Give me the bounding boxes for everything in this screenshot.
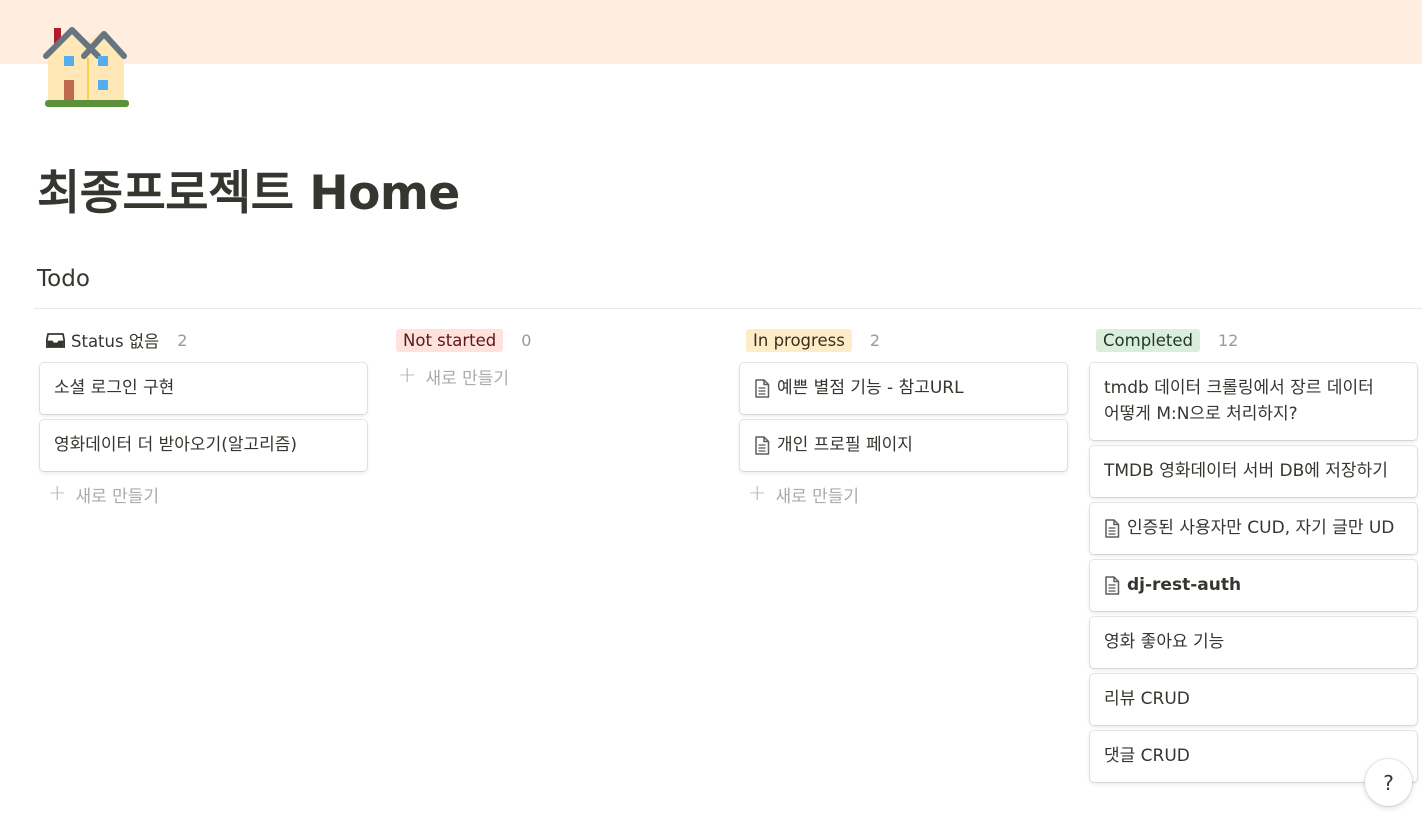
column-count: 0 <box>521 330 532 350</box>
plus-icon: + <box>48 481 67 506</box>
new-card-button[interactable]: + 새로 만들기 <box>390 359 718 393</box>
board-card[interactable]: 예쁜 별점 기능 - 참고URL <box>740 363 1067 414</box>
card-title: 영화 좋아요 기능 <box>1104 632 1225 652</box>
card-list: tmdb 데이터 크롤링에서 장르 데이터 어떻게 M:N으로 처리하지? TM… <box>1090 363 1418 782</box>
house-icon[interactable] <box>42 14 132 108</box>
card-list: 소셜 로그인 구현 영화데이터 더 받아오기(알고리즘) <box>40 363 368 471</box>
card-title: 인증된 사용자만 CUD, 자기 글만 UD <box>1127 518 1395 538</box>
status-pill: Not started <box>396 328 504 352</box>
board-card[interactable]: 영화데이터 더 받아오기(알고리즘) <box>40 420 367 471</box>
status-text: Status 없음 <box>71 332 160 351</box>
status-pill: Completed <box>1096 328 1200 352</box>
card-list: + 새로 만들기 <box>390 359 718 393</box>
card-title: 리뷰 CRUD <box>1104 689 1190 709</box>
board-column-in-progress: In progress 2 예쁜 별점 기능 - 참고URL 개인 프로필 페이… <box>740 327 1068 511</box>
document-icon <box>755 436 770 455</box>
document-icon <box>1105 519 1120 538</box>
new-card-label: 새로 만들기 <box>75 486 160 507</box>
inbox-icon <box>46 332 65 348</box>
new-card-button[interactable]: + 새로 만들기 <box>740 477 1068 511</box>
board-card[interactable]: TMDB 영화데이터 서버 DB에 저장하기 <box>1090 446 1417 497</box>
plus-icon: + <box>748 481 767 506</box>
card-title: 소셜 로그인 구현 <box>54 378 175 398</box>
column-count: 2 <box>869 330 880 350</box>
board-card[interactable]: 소셜 로그인 구현 <box>40 363 367 414</box>
plus-icon: + <box>398 363 417 388</box>
document-icon <box>755 379 770 398</box>
board-column-completed: Completed 12 tmdb 데이터 크롤링에서 장르 데이터 어떻게 M… <box>1090 327 1418 788</box>
status-label: Status 없음 <box>46 328 159 352</box>
help-button[interactable]: ? <box>1365 759 1412 806</box>
page-title[interactable]: 최종프로젝트 Home <box>37 154 460 223</box>
board-card[interactable]: tmdb 데이터 크롤링에서 장르 데이터 어떻게 M:N으로 처리하지? <box>1090 363 1417 440</box>
new-card-label: 새로 만들기 <box>775 486 860 507</box>
column-header[interactable]: Status 없음 2 <box>40 327 368 353</box>
card-title: 예쁜 별점 기능 - 참고URL <box>777 378 964 398</box>
new-card-label: 새로 만들기 <box>425 368 510 389</box>
board-card[interactable]: 개인 프로필 페이지 <box>740 420 1067 471</box>
divider <box>34 308 1422 309</box>
page-cover[interactable] <box>0 0 1422 64</box>
board-card[interactable]: 리뷰 CRUD <box>1090 674 1417 725</box>
column-count: 12 <box>1218 330 1239 350</box>
card-title: dj-rest-auth <box>1127 575 1242 595</box>
board-column-no-status: Status 없음 2 소셜 로그인 구현 영화데이터 더 받아오기(알고리즘)… <box>40 327 368 511</box>
document-icon <box>1105 576 1120 595</box>
card-title: 댓글 CRUD <box>1104 746 1190 766</box>
board-card[interactable]: 영화 좋아요 기능 <box>1090 617 1417 668</box>
column-header[interactable]: In progress 2 <box>740 327 1068 353</box>
board-column-not-started: Not started 0 + 새로 만들기 <box>390 327 718 393</box>
board-card[interactable]: dj-rest-auth <box>1090 560 1417 611</box>
status-pill: In progress <box>746 328 852 352</box>
card-title: tmdb 데이터 크롤링에서 장르 데이터 어떻게 M:N으로 처리하지? <box>1104 378 1374 424</box>
card-title: 영화데이터 더 받아오기(알고리즘) <box>54 435 298 455</box>
card-title: 개인 프로필 페이지 <box>777 435 913 455</box>
column-count: 2 <box>177 330 188 350</box>
column-header[interactable]: Not started 0 <box>390 327 718 353</box>
notion-page: 최종프로젝트 Home Todo Status 없음 2 소셜 로그인 구현 영… <box>0 0 1422 832</box>
board-card[interactable]: 인증된 사용자만 CUD, 자기 글만 UD <box>1090 503 1417 554</box>
database-title[interactable]: Todo <box>37 266 90 292</box>
column-header[interactable]: Completed 12 <box>1090 327 1418 353</box>
card-list: 예쁜 별점 기능 - 참고URL 개인 프로필 페이지 <box>740 363 1068 471</box>
card-title: TMDB 영화데이터 서버 DB에 저장하기 <box>1104 461 1388 481</box>
new-card-button[interactable]: + 새로 만들기 <box>40 477 368 511</box>
